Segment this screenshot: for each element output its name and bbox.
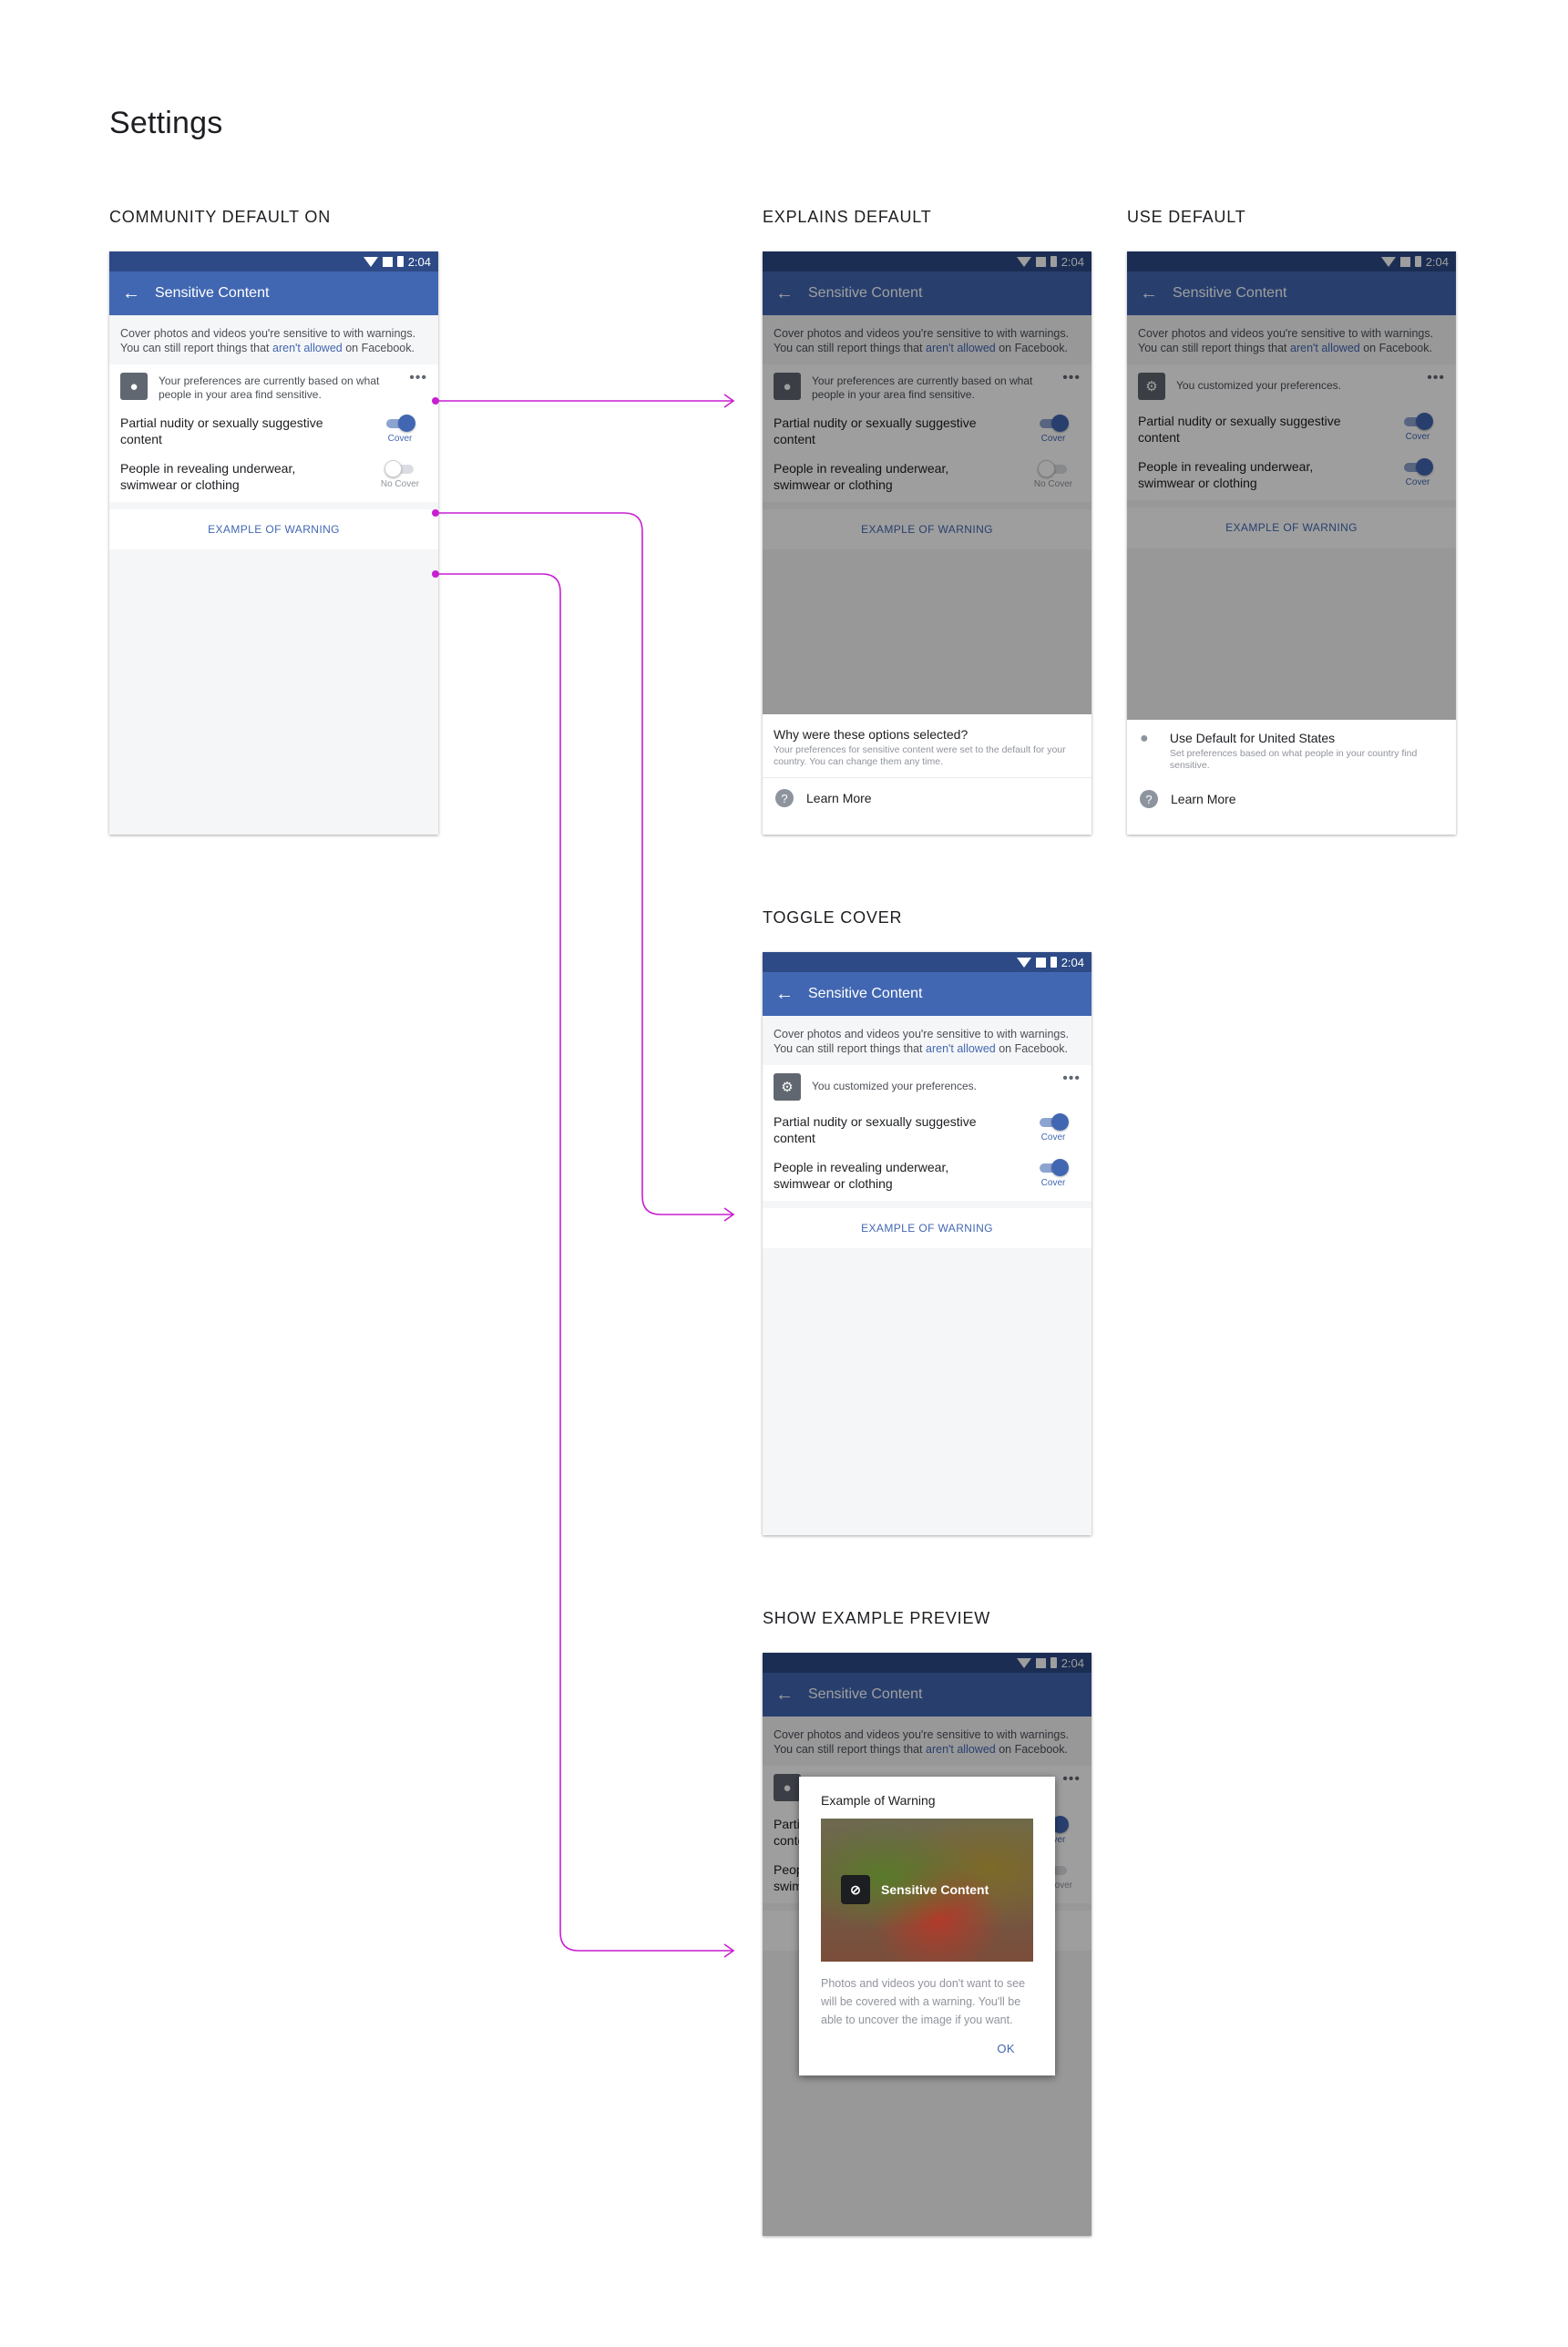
connector-to-example-preview (436, 573, 733, 1952)
connector-dot (432, 509, 439, 517)
connector-dot (432, 397, 439, 405)
connector-dot (432, 570, 439, 578)
flow-connectors (432, 394, 735, 1958)
connector-to-toggle-cover (436, 512, 733, 1215)
